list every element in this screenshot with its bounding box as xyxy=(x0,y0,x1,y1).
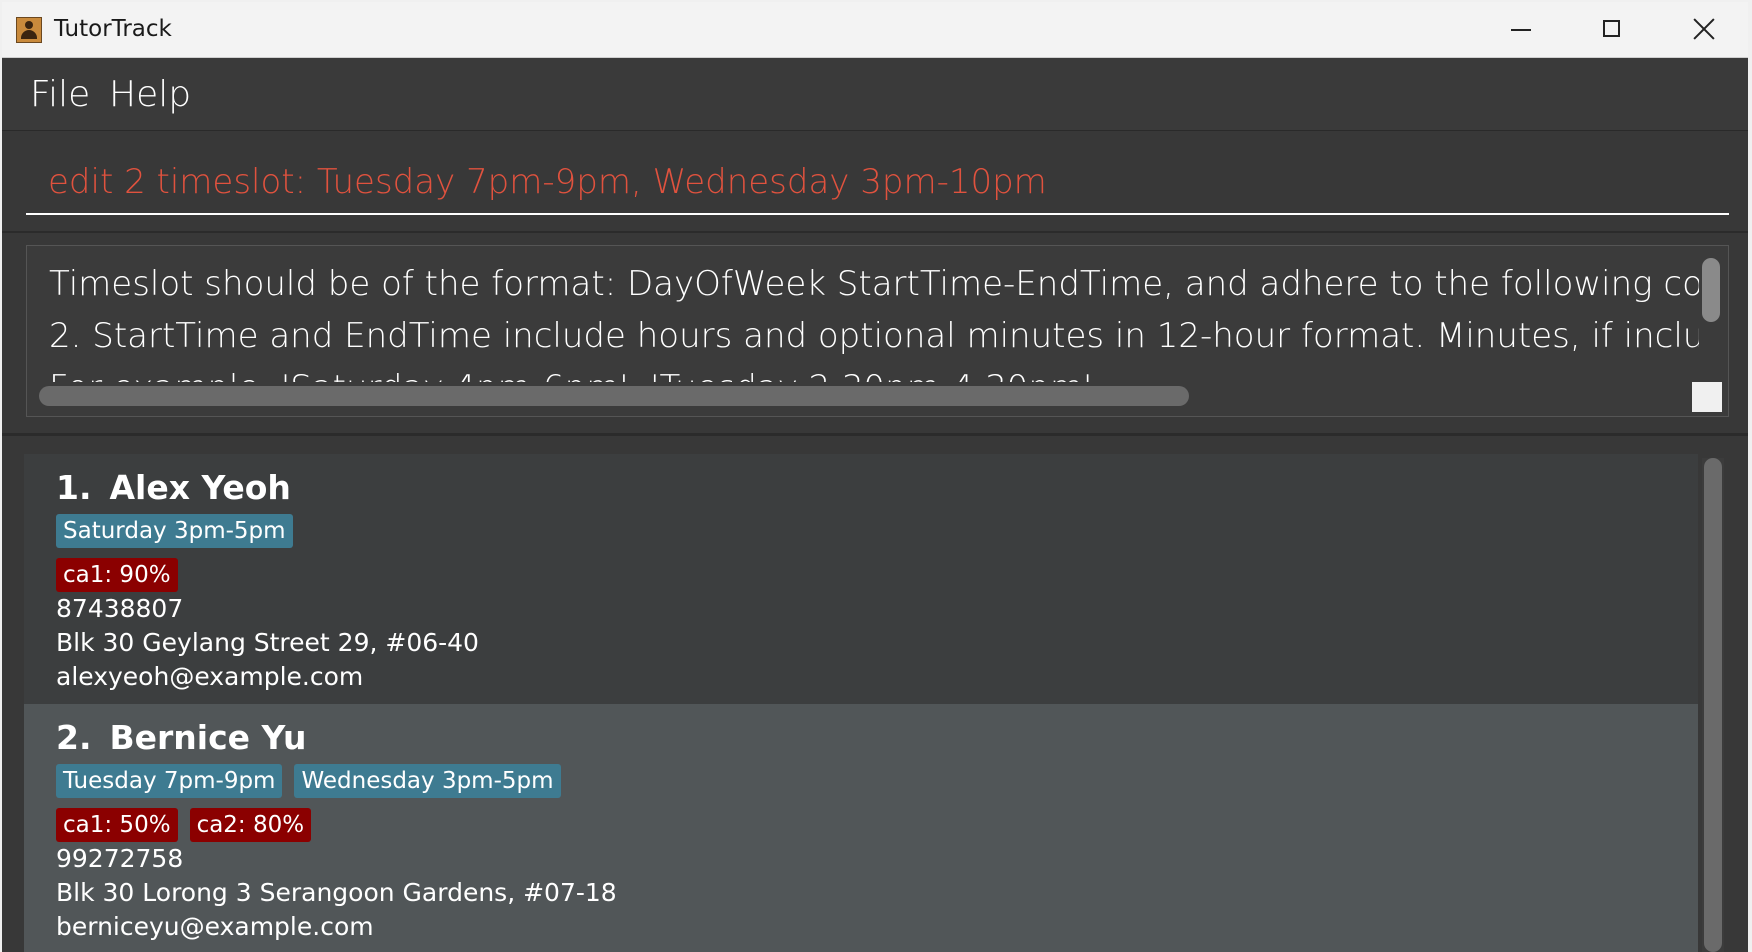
person-phone: 99272758 xyxy=(56,844,184,873)
timeslot-tags: Tuesday 7pm-9pm Wednesday 3pm-5pm xyxy=(56,764,561,798)
person-name: 2. Bernice Yu xyxy=(56,718,307,757)
result-text: Timeslot should be of the format: DayOfW… xyxy=(49,258,1699,382)
grade-tags: ca1: 90% xyxy=(56,558,178,592)
person-email: alexyeoh@example.com xyxy=(56,662,364,691)
title-bar[interactable]: TutorTrack xyxy=(2,2,1748,58)
result-line: For example, 'Saturday 4pm-6pm', 'Tuesda… xyxy=(49,362,1699,382)
person-email: berniceyu@example.com xyxy=(56,912,374,941)
person-list-scrollbar-thumb[interactable] xyxy=(1704,458,1722,952)
app-window: TutorTrack File Help Timeslot should be … xyxy=(2,2,1748,952)
grade-tag: ca1: 90% xyxy=(56,558,178,592)
timeslot-tag: Tuesday 7pm-9pm xyxy=(56,764,283,798)
person-index: 1. xyxy=(56,468,92,507)
command-box-pane xyxy=(2,131,1748,233)
person-card-selected[interactable]: 2. Bernice Yu Tuesday 7pm-9pm Wednesday 3… xyxy=(24,704,1698,952)
contact-book-icon xyxy=(16,17,42,43)
result-line: Timeslot should be of the format: DayOfW… xyxy=(49,264,1699,304)
timeslot-tag: Saturday 3pm-5pm xyxy=(56,514,293,548)
close-icon xyxy=(1693,18,1715,40)
minimize-button[interactable] xyxy=(1474,2,1566,57)
minimize-icon xyxy=(1511,29,1531,31)
command-input[interactable] xyxy=(26,151,1729,215)
person-index: 2. xyxy=(56,718,92,757)
window-title: TutorTrack xyxy=(54,16,172,42)
person-name: 1. Alex Yeoh xyxy=(56,468,291,507)
close-button[interactable] xyxy=(1658,2,1748,57)
person-list-scrollbar[interactable] xyxy=(1702,458,1724,952)
maximize-button[interactable] xyxy=(1566,2,1658,57)
menu-bar: File Help xyxy=(2,58,1748,131)
result-display[interactable]: Timeslot should be of the format: DayOfW… xyxy=(26,245,1729,417)
person-address: Blk 30 Lorong 3 Serangoon Gardens, #07-1… xyxy=(56,878,617,907)
grade-tag: ca2: 80% xyxy=(189,808,312,842)
result-horizontal-scrollbar[interactable] xyxy=(39,386,1189,406)
menu-help[interactable]: Help xyxy=(109,74,191,115)
timeslot-tags: Saturday 3pm-5pm xyxy=(56,514,293,548)
person-list-pane: 1. Alex Yeoh Saturday 3pm-5pm ca1: 90% 87… xyxy=(2,436,1748,952)
result-line: 2. StartTime and EndTime include hours a… xyxy=(49,316,1699,356)
person-list: 1. Alex Yeoh Saturday 3pm-5pm ca1: 90% 87… xyxy=(24,454,1698,952)
person-name-text: Alex Yeoh xyxy=(109,468,291,507)
grade-tags: ca1: 50% ca2: 80% xyxy=(56,808,312,842)
person-address: Blk 30 Geylang Street 29, #06-40 xyxy=(56,628,479,657)
menu-file[interactable]: File xyxy=(30,74,90,115)
timeslot-tag: Wednesday 3pm-5pm xyxy=(294,764,561,798)
maximize-icon xyxy=(1603,20,1620,37)
result-vertical-scrollbar[interactable] xyxy=(1702,258,1720,322)
person-name-text: Bernice Yu xyxy=(109,718,307,757)
person-card[interactable]: 1. Alex Yeoh Saturday 3pm-5pm ca1: 90% 87… xyxy=(24,454,1698,704)
person-phone: 87438807 xyxy=(56,594,184,623)
grade-tag: ca1: 50% xyxy=(56,808,178,842)
result-display-pane: Timeslot should be of the format: DayOfW… xyxy=(2,233,1748,436)
scrollbar-corner xyxy=(1692,382,1722,412)
